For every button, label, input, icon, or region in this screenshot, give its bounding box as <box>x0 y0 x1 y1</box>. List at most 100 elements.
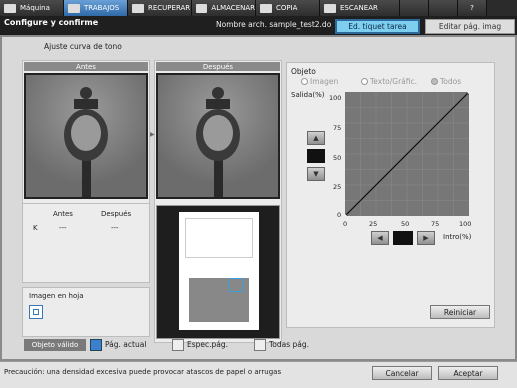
y-tick: 100 <box>329 94 342 102</box>
sheet-icon <box>33 309 39 315</box>
tab-recuperar[interactable]: RECUPERAR <box>128 0 192 16</box>
tab-blank-1[interactable] <box>400 0 429 16</box>
object-panel: Objeto Imagen Texto/Gráfic. Todos Salida… <box>286 62 495 328</box>
up-arrow-icon: ▲ <box>313 134 319 142</box>
reset-button[interactable]: Reiniciar <box>430 305 490 319</box>
tab-help[interactable]: ? <box>458 0 487 16</box>
col-after: Después <box>101 210 132 218</box>
edit-page-image-button[interactable]: Editar pág. imag <box>425 19 515 34</box>
valid-object-label: Objeto válido <box>24 339 86 351</box>
arrow-right-icon: ▶ <box>150 131 155 138</box>
tab-label: ESCANEAR <box>340 4 378 12</box>
y-axis-label: Salida(%) <box>291 91 325 99</box>
output-swatch <box>307 149 325 163</box>
warning-text: Precaución: una densidad excesiva puede … <box>4 368 282 376</box>
radio-dot <box>301 78 308 85</box>
selection-marker <box>229 278 243 292</box>
down-arrow-icon: ▼ <box>313 170 319 178</box>
left-arrow-icon: ◀ <box>377 234 383 242</box>
radio-label: Todos <box>440 77 462 86</box>
radio-text[interactable]: Texto/Gráfic. <box>361 77 417 86</box>
all-pages-option[interactable]: Todas pág. <box>254 337 324 352</box>
curve-right-button[interactable]: ▶ <box>417 231 435 245</box>
tone-curve-graph[interactable] <box>342 89 472 219</box>
right-arrow-icon: ▶ <box>423 234 429 242</box>
checkbox-icon <box>254 338 266 351</box>
before-preview <box>24 73 148 199</box>
tab-maquina[interactable]: Máquina <box>0 0 64 16</box>
option-label: Todas pág. <box>269 340 310 349</box>
page-preview <box>179 212 259 330</box>
store-icon <box>196 3 208 13</box>
image-on-sheet-label: Imagen en hoja <box>29 292 84 300</box>
radio-dot <box>361 78 368 85</box>
row-k: K <box>33 224 38 232</box>
x-tick: 75 <box>431 220 440 228</box>
before-label: Antes <box>24 62 148 71</box>
help-icon: ? <box>470 4 474 12</box>
jobs-icon <box>68 3 80 13</box>
panel-title: Ajuste curva de tono <box>44 42 122 51</box>
image-on-sheet-panel: Imagen en hoja <box>22 287 150 337</box>
page-title: Configure y confirme <box>4 18 99 27</box>
tab-label: TRABAJOS <box>84 4 120 12</box>
x-tick: 0 <box>343 220 348 228</box>
tab-escanear[interactable]: ESCANEAR <box>320 0 400 16</box>
checkbox-icon <box>172 338 184 351</box>
main-panel: Ajuste curva de tono Antes Después ▶ Ant… <box>0 35 517 361</box>
tab-label: RECUPERAR <box>148 4 191 12</box>
object-title: Objeto <box>291 67 316 76</box>
curve-down-button[interactable]: ▼ <box>307 167 325 181</box>
accept-button[interactable]: Aceptar <box>438 366 498 380</box>
filename-label: Nombre arch. <box>216 20 267 29</box>
y-tick: 75 <box>333 124 342 132</box>
x-axis-label: Intro(%) <box>443 233 472 241</box>
page-thumbnail <box>156 205 280 339</box>
radio-dot <box>431 78 438 85</box>
top-tabs: Máquina TRABAJOS RECUPERAR ALMACENAR COP… <box>0 0 517 16</box>
after-preview <box>156 73 280 199</box>
edit-ticket-button[interactable]: Ed. tiquet tarea <box>335 19 420 34</box>
density-table: Antes Después K --- --- <box>22 203 150 283</box>
y-tick: 50 <box>333 154 342 162</box>
x-tick: 50 <box>401 220 410 228</box>
radio-label: Texto/Gráfic. <box>370 77 418 86</box>
current-page-option[interactable]: Pág. actual <box>90 337 160 352</box>
machine-icon <box>4 3 16 13</box>
cancel-button[interactable]: Cancelar <box>372 366 432 380</box>
tab-label: COPIA <box>276 4 298 12</box>
k-after-value: --- <box>111 224 119 232</box>
filename: Nombre arch. sample_test2.do <box>216 20 331 29</box>
checkbox-icon <box>90 338 102 351</box>
x-tick: 25 <box>369 220 378 228</box>
radio-image[interactable]: Imagen <box>301 77 338 86</box>
page-text-area <box>185 218 253 258</box>
tab-copia[interactable]: COPIA <box>256 0 320 16</box>
option-label: Pág. actual <box>105 340 147 349</box>
option-label: Espec.pág. <box>187 340 229 349</box>
x-tick: 100 <box>459 220 472 228</box>
spec-page-option[interactable]: Espec.pág. <box>172 337 242 352</box>
copy-icon <box>260 3 272 13</box>
input-swatch <box>393 231 413 245</box>
y-tick: 25 <box>333 183 342 191</box>
radio-all[interactable]: Todos <box>431 77 461 86</box>
tab-trabajos[interactable]: TRABAJOS <box>64 0 128 16</box>
tab-blank-2[interactable] <box>429 0 458 16</box>
k-before-value: --- <box>59 224 67 232</box>
tab-label: Máquina <box>20 4 50 12</box>
status-bar: Precaución: una densidad excesiva puede … <box>0 361 517 388</box>
filename-value: sample_test2.do <box>269 20 332 29</box>
curve-left-button[interactable]: ◀ <box>371 231 389 245</box>
tab-label: ALMACENAR <box>211 4 255 12</box>
curve-up-button[interactable]: ▲ <box>307 131 325 145</box>
col-before: Antes <box>53 210 73 218</box>
tab-almacenar[interactable]: ALMACENAR <box>192 0 256 16</box>
recall-icon <box>132 3 144 13</box>
after-label: Después <box>156 62 280 71</box>
scan-icon <box>324 3 336 13</box>
radio-label: Imagen <box>310 77 339 86</box>
curve-svg <box>342 89 472 219</box>
y-tick: 0 <box>337 211 342 219</box>
image-on-sheet-button[interactable] <box>29 305 43 319</box>
